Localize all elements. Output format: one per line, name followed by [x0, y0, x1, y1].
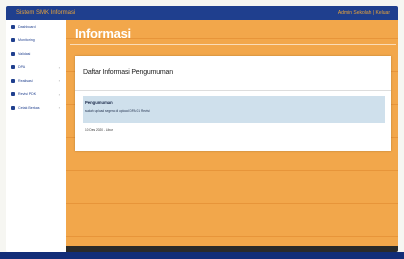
sidebar: Dashboard Monitoring Validasi DPA › Real… [6, 20, 66, 252]
sidebar-item-cetak[interactable]: Cetak Berkas › [6, 101, 66, 115]
announcement-panel: Daftar Informasi Pengumuman Pengumuman s… [75, 56, 391, 151]
announcement-heading: Pengumuman [85, 100, 113, 105]
user-menu[interactable]: Admin Sekolah | Keluar [338, 10, 398, 16]
app-brand[interactable]: Sistem SMK Informasi [6, 10, 75, 16]
sidebar-item-label: Realisasi [18, 78, 33, 83]
chevron-right-icon: › [58, 78, 60, 83]
panel-divider [75, 90, 391, 91]
sidebar-item-label: DPA [18, 65, 26, 70]
check-icon [11, 51, 15, 56]
folder-icon [11, 65, 15, 70]
sidebar-item-label: Monitoring [18, 38, 35, 43]
sidebar-item-label: Validasi [18, 51, 31, 56]
main-content: Informasi Daftar Informasi Pengumuman Pe… [66, 20, 398, 246]
print-icon [11, 105, 15, 110]
sidebar-item-label: Cetak Berkas [18, 105, 40, 110]
announcement-date: 10 Des 2020 - Libur [85, 128, 113, 132]
sidebar-item-monitoring[interactable]: Monitoring [6, 34, 66, 48]
chevron-right-icon: › [58, 64, 60, 70]
chevron-right-icon: › [58, 105, 60, 110]
top-navbar: Sistem SMK Informasi Admin Sekolah | Kel… [6, 6, 398, 20]
app-window: Sistem SMK Informasi Admin Sekolah | Kel… [6, 6, 398, 252]
sidebar-item-revisi[interactable]: Revisi PDK › [6, 88, 66, 102]
sidebar-item-dpa[interactable]: DPA › [6, 61, 66, 75]
dashboard-icon [11, 24, 15, 29]
announcement-body: sudah upload segera di upload DPA 01 Rev… [85, 109, 150, 113]
title-divider [70, 44, 396, 45]
sidebar-item-validasi[interactable]: Validasi [6, 47, 66, 61]
sidebar-item-realisasi[interactable]: Realisasi › [6, 74, 66, 88]
page-title: Informasi [75, 26, 131, 41]
panel-title: Daftar Informasi Pengumuman [83, 69, 173, 76]
chevron-right-icon: › [58, 91, 60, 97]
chart-icon [11, 78, 15, 83]
announcement-item[interactable]: Pengumuman sudah upload segera di upload… [83, 96, 385, 123]
monitor-bezel-bar [0, 252, 404, 259]
sidebar-item-label: Revisi PDK [18, 92, 37, 97]
edit-icon [11, 92, 15, 97]
sidebar-item-label: Dashboard [18, 24, 36, 29]
monitor-icon [11, 38, 15, 43]
sidebar-item-dashboard[interactable]: Dashboard [6, 20, 66, 34]
